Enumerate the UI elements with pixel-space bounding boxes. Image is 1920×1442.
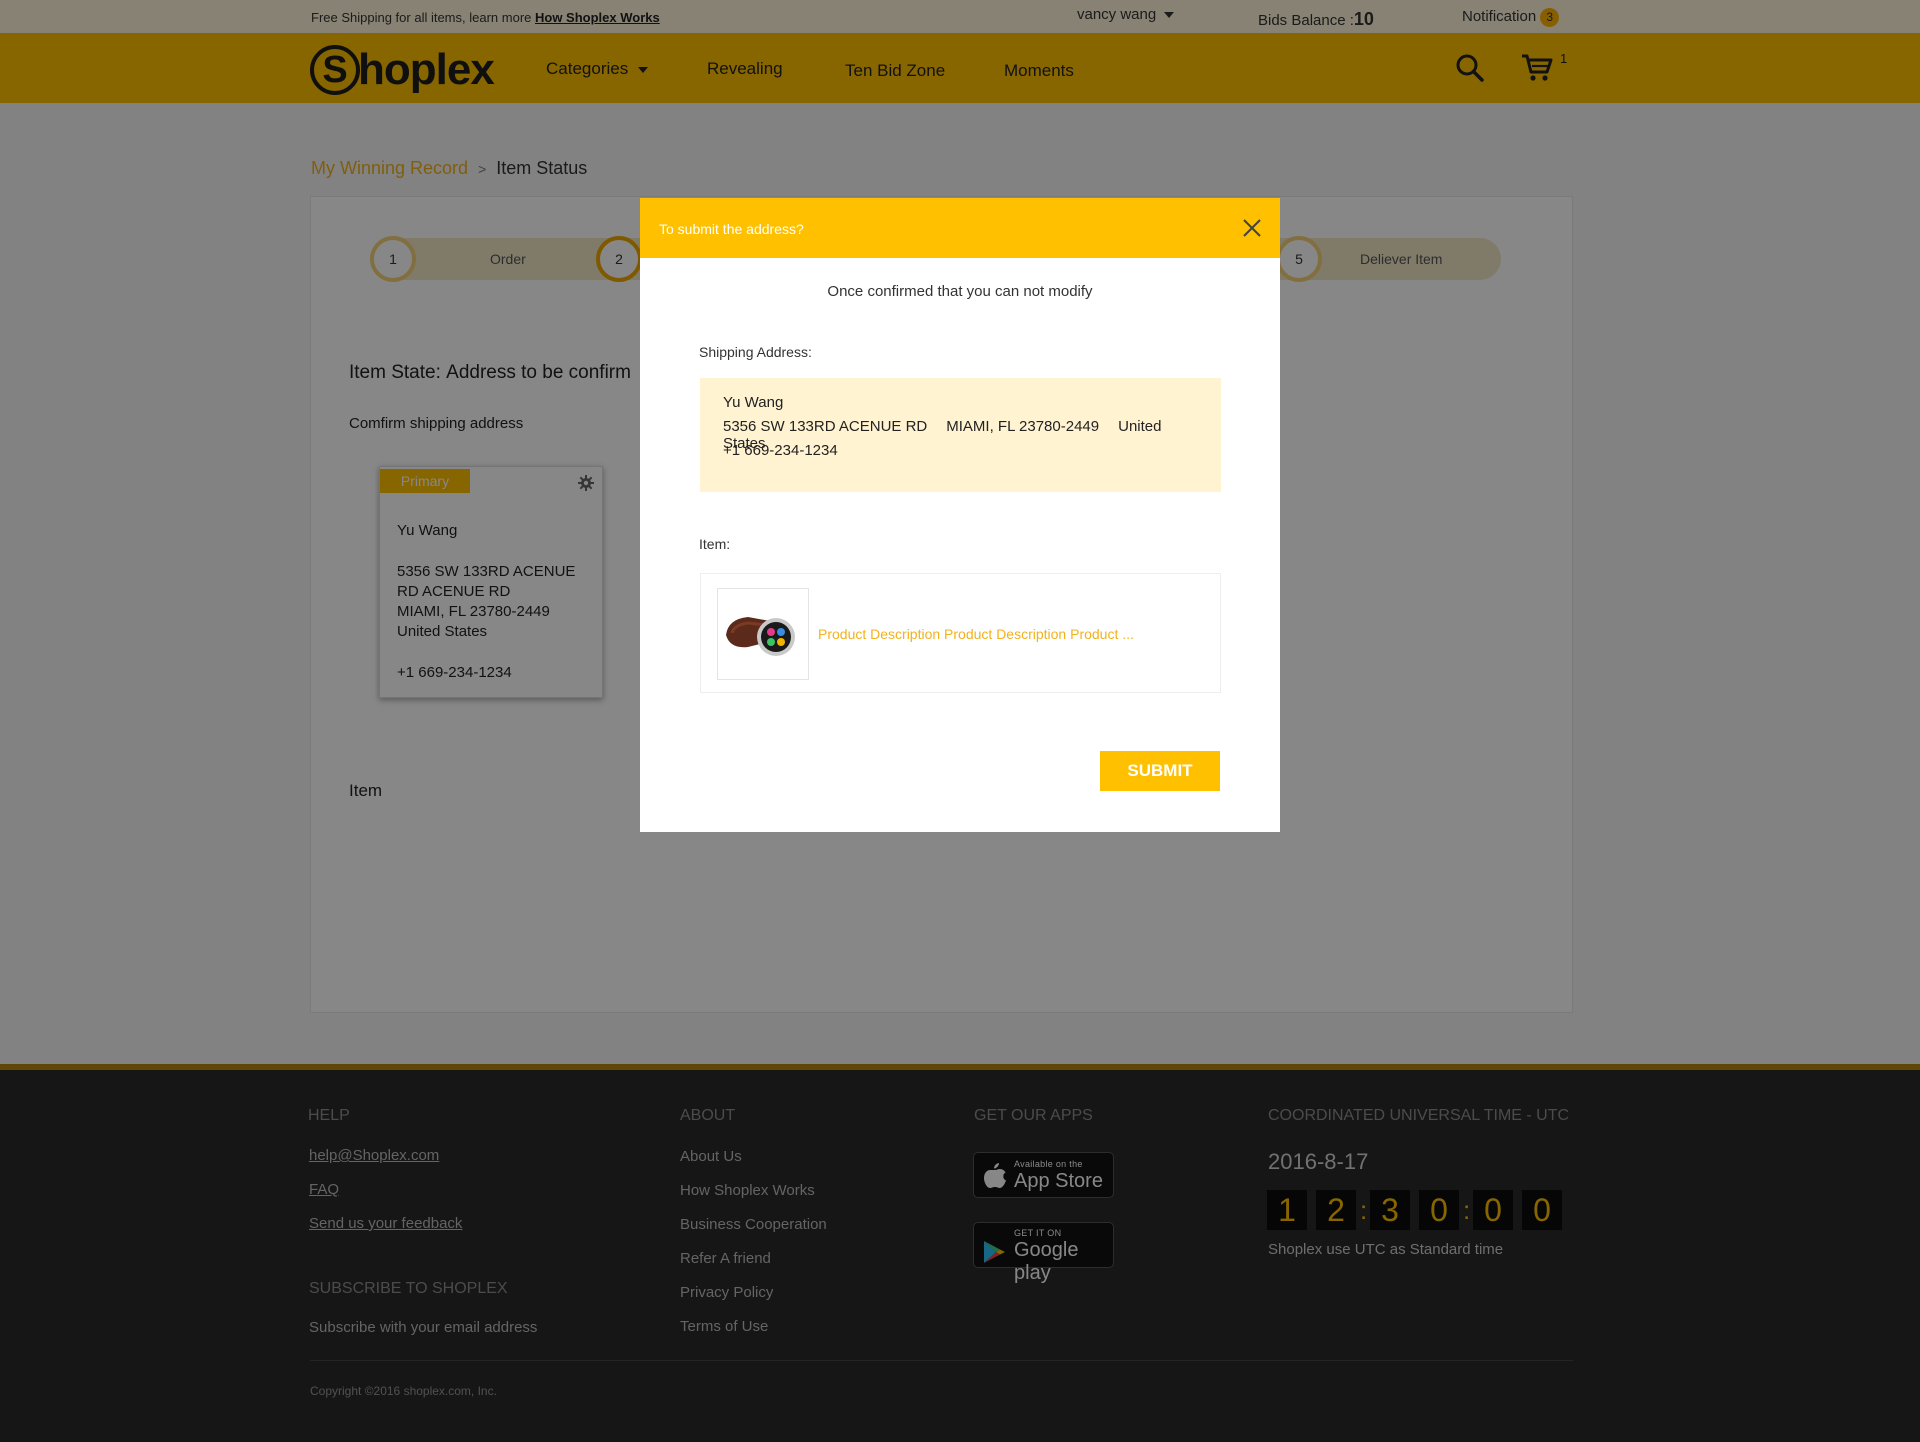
modal-item-label: Item: bbox=[699, 536, 731, 552]
modal-title: To submit the address? bbox=[659, 221, 804, 237]
modal-header: To submit the address? bbox=[640, 198, 1280, 258]
submit-button[interactable]: SUBMIT bbox=[1100, 751, 1220, 791]
watch-product-image bbox=[717, 588, 809, 680]
modal-address-phone: +1 669-234-1234 bbox=[723, 442, 838, 459]
shipping-address-box: Yu Wang 5356 SW 133RD ACENUE RD MIAMI, FL… bbox=[700, 378, 1221, 492]
shipping-address-label: Shipping Address: bbox=[699, 344, 812, 360]
modal-address-city: MIAMI, FL 23780-2449 bbox=[946, 418, 1100, 435]
product-description-link[interactable]: Product Description Product Description … bbox=[818, 626, 1134, 642]
modal-address-name: Yu Wang bbox=[723, 394, 784, 411]
modal-warning: Once confirmed that you can not modify bbox=[827, 283, 1093, 300]
confirm-address-modal: To submit the address? Once confirmed th… bbox=[640, 198, 1280, 832]
modal-item-box: Product Description Product Description … bbox=[700, 573, 1221, 693]
modal-address-street: 5356 SW 133RD ACENUE RD bbox=[723, 418, 928, 435]
close-icon[interactable] bbox=[1242, 218, 1262, 238]
